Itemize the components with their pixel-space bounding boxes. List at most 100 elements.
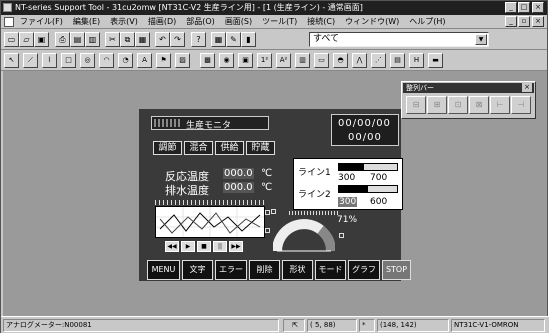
broken-line-icon[interactable]: ⋰ xyxy=(371,53,386,68)
align-button-5[interactable]: ⊢ xyxy=(490,96,510,114)
close-button[interactable]: × xyxy=(532,2,544,13)
application-window: NT-series Support Tool - 31cu2omw [NT31C… xyxy=(0,0,549,333)
exhaust-temp-unit: ℃ xyxy=(261,182,273,193)
line-status-panel[interactable]: ライン1 300 700 ライン2 300 600 xyxy=(293,158,403,210)
mdi-close-button[interactable]: × xyxy=(532,16,544,27)
pointer-icon[interactable]: ↖ xyxy=(4,53,19,68)
string-icon[interactable]: A² xyxy=(276,53,291,68)
trend-marker-top xyxy=(265,210,270,215)
menu-item[interactable]: ツール(T) xyxy=(257,15,302,29)
trend-graph-icon[interactable]: ⋀ xyxy=(352,53,367,68)
edit-icon[interactable]: ▬ xyxy=(428,53,443,68)
screen-tab-1[interactable]: 調節 xyxy=(153,141,182,155)
align-button-3[interactable]: ⊡ xyxy=(448,96,468,114)
pen-icon[interactable]: ✎ xyxy=(226,32,241,47)
menu-item[interactable]: 接続(C) xyxy=(302,15,340,29)
chevron-down-icon[interactable]: ▼ xyxy=(475,34,487,45)
trend-control-1[interactable]: ◀◀ xyxy=(165,241,179,252)
trend-graph[interactable] xyxy=(155,206,265,238)
trend-control-5[interactable]: ▶▶ xyxy=(229,241,243,252)
circle-icon[interactable]: ◎ xyxy=(80,53,95,68)
polyline-icon[interactable]: ⌇ xyxy=(42,53,57,68)
function-button-8[interactable]: STOP xyxy=(382,260,411,280)
bar-graph-icon[interactable]: ▭ xyxy=(314,53,329,68)
bitmap-icon[interactable]: ▩ xyxy=(200,53,215,68)
numeral-icon[interactable]: 1² xyxy=(257,53,272,68)
mark-icon[interactable]: ⚑ xyxy=(156,53,171,68)
preview-icon[interactable]: ▤ xyxy=(70,32,85,47)
trend-marker-bottom xyxy=(265,228,270,233)
menu-item[interactable]: 画面(S) xyxy=(220,15,257,29)
menu-item[interactable]: 編集(E) xyxy=(68,15,105,29)
image-icon[interactable]: ▨ xyxy=(175,53,190,68)
menu-item[interactable]: ウィンドウ(W) xyxy=(340,15,404,29)
save-icon[interactable]: ▣ xyxy=(34,32,49,47)
undo-icon[interactable]: ↶ xyxy=(155,32,170,47)
menu-item[interactable]: 描画(D) xyxy=(143,15,181,29)
datetime-box[interactable]: 00/00/00 00/00 xyxy=(331,114,399,146)
line2-label: ライン2 xyxy=(298,190,331,200)
layer-combo[interactable]: すべて ▼ xyxy=(309,32,489,47)
text-icon[interactable]: A xyxy=(137,53,152,68)
alarm-history-icon[interactable]: H xyxy=(409,53,424,68)
touch-switch-icon[interactable]: ▣ xyxy=(238,53,253,68)
minimize-button[interactable]: _ xyxy=(505,2,517,13)
line1-bar[interactable] xyxy=(338,163,398,171)
sector-icon[interactable]: ◔ xyxy=(118,53,133,68)
screen-tab-3[interactable]: 供給 xyxy=(215,141,244,155)
title-bar: NT-series Support Tool - 31cu2omw [NT31C… xyxy=(1,1,547,15)
function-button-2[interactable]: 文字 xyxy=(182,260,213,280)
menu-item[interactable]: 部品(O) xyxy=(181,15,220,29)
date-display: 00/00/00 xyxy=(338,118,391,129)
grid-icon[interactable]: ▦ xyxy=(211,32,226,47)
lamp-icon[interactable]: ◉ xyxy=(219,53,234,68)
open-icon[interactable]: ▱ xyxy=(19,32,34,47)
cut-icon[interactable]: ✂ xyxy=(105,32,120,47)
analog-meter[interactable] xyxy=(273,213,335,253)
function-button-7[interactable]: グラフ xyxy=(348,260,380,280)
line2-actual: 300 xyxy=(338,197,358,207)
screen-title-box[interactable]: 生産モニタ xyxy=(151,116,269,131)
screen-tab-2[interactable]: 混合 xyxy=(184,141,213,155)
function-button-6[interactable]: モード xyxy=(315,260,346,280)
align-button-2[interactable]: ⊞ xyxy=(427,96,447,114)
drawing-toolbar: ↖ ⟋ ⌇ □ ◎ ◠ ◔ A ⚑ ▨ ▩ ◉ ▣ 1² A² ▥ ▭ ◓ ⋀ ⋰ ▤ H ▬ xyxy=(1,51,547,71)
trend-control-2[interactable]: ▶ xyxy=(181,241,195,252)
thumbwheel-icon[interactable]: ▥ xyxy=(295,53,310,68)
trend-control-3[interactable]: ■ xyxy=(197,241,211,252)
maximize-button[interactable]: □ xyxy=(518,2,530,13)
menu-item[interactable]: ヘルプ(H) xyxy=(404,15,450,29)
line2-target: 600 xyxy=(370,197,388,207)
paste-icon[interactable]: ▦ xyxy=(135,32,150,47)
reaction-temp-unit: ℃ xyxy=(261,168,273,179)
arc-icon[interactable]: ◠ xyxy=(99,53,114,68)
trend-control-4[interactable]: || xyxy=(213,241,227,252)
function-button-3[interactable]: エラー xyxy=(215,260,247,280)
rectangle-icon[interactable]: □ xyxy=(61,53,76,68)
copy-icon[interactable]: ⧉ xyxy=(120,32,135,47)
function-button-1[interactable]: MENU xyxy=(147,260,180,280)
new-icon[interactable]: ▭ xyxy=(4,32,19,47)
exhaust-temp-value[interactable]: 000.0 xyxy=(223,182,254,193)
redo-icon[interactable]: ↷ xyxy=(170,32,185,47)
align-button-4[interactable]: ⊠ xyxy=(469,96,489,114)
align-button-6[interactable]: ⊣ xyxy=(511,96,531,114)
help-icon[interactable]: ? xyxy=(191,32,206,47)
copy-screen-icon[interactable]: ▥ xyxy=(85,32,100,47)
select-icon[interactable]: ▮ xyxy=(241,32,256,47)
line2-bar[interactable] xyxy=(338,185,398,193)
menu-item[interactable]: 表示(V) xyxy=(105,15,143,29)
analog-meter-icon[interactable]: ◓ xyxy=(333,53,348,68)
reaction-temp-value[interactable]: 000.0 xyxy=(223,168,254,179)
mdi-minimize-button[interactable]: _ xyxy=(505,16,517,27)
align-button-1[interactable]: ⊟ xyxy=(406,96,426,114)
function-button-5[interactable]: 形状 xyxy=(282,260,313,280)
print-icon[interactable]: ⎙ xyxy=(55,32,70,47)
mdi-restore-button[interactable]: ▫ xyxy=(518,16,530,27)
function-button-4[interactable]: 削除 xyxy=(249,260,280,280)
screen-tab-4[interactable]: 貯蔵 xyxy=(246,141,275,155)
menu-item[interactable]: ファイル(F) xyxy=(15,15,68,29)
palette-close-button[interactable]: × xyxy=(522,83,532,92)
alarm-list-icon[interactable]: ▤ xyxy=(390,53,405,68)
line-icon[interactable]: ⟋ xyxy=(23,53,38,68)
